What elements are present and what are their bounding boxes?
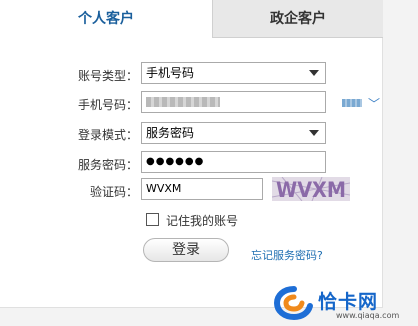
chevron-down-icon [309,130,319,136]
customer-tabs: 个人客户 政企客户 [0,0,383,38]
captcha-image[interactable]: WVXM [272,177,350,201]
chevron-down-icon[interactable]: ﹀ [368,95,380,112]
chevron-down-icon [309,70,319,76]
forgot-password-link[interactable]: 忘记服务密码? [251,247,323,263]
login-button[interactable]: 登录 [143,238,229,262]
account-type-label: 账号类型： [77,69,138,83]
account-type-value: 手机号码 [146,66,195,80]
redacted-phone-number [146,96,220,107]
password-input[interactable]: ●●●●●● [141,151,326,173]
phone-label: 手机号码： [77,98,138,112]
brand-domain: www.qiaqa.com [336,311,400,320]
account-type-select[interactable]: 手机号码 [141,62,326,84]
brand-logo-icon [274,286,313,320]
brand-name: 恰卡网 [318,291,379,313]
remember-account-label[interactable]: 记住我的账号 [166,212,238,229]
captcha-image-text: WVXM [276,178,346,201]
login-mode-select[interactable]: 服务密码 [141,122,326,144]
login-mode-label: 登录模式： [77,128,138,142]
captcha-input[interactable]: WVXM [141,178,263,200]
tab-personal[interactable]: 个人客户 [0,0,212,38]
captcha-label: 验证码： [89,185,138,199]
tab-enterprise[interactable]: 政企客户 [212,0,383,38]
site-watermark: 恰卡网 www.qiaqa.com [274,283,414,323]
password-label: 服务密码： [77,158,138,172]
login-mode-value: 服务密码 [146,126,195,140]
redacted-region-selector[interactable] [342,99,362,107]
phone-input[interactable] [141,91,326,113]
remember-account-checkbox[interactable] [146,213,159,226]
